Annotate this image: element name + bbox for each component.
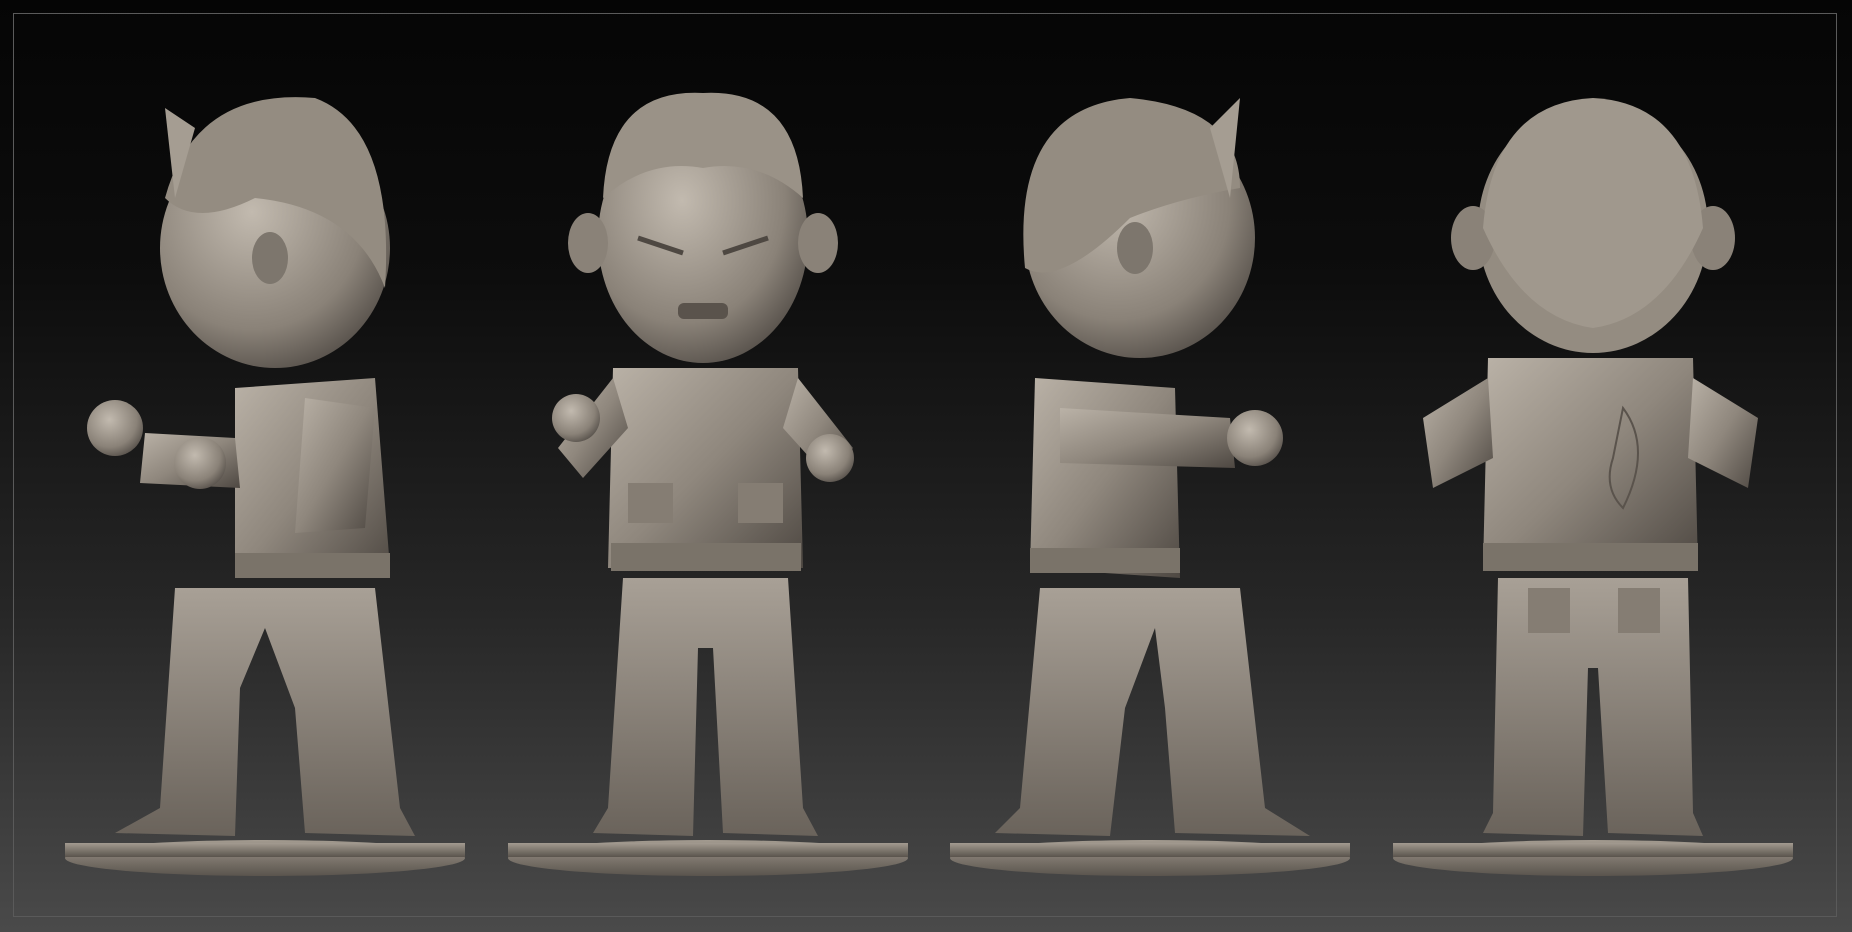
right-side-view: [940, 88, 1370, 888]
back-view: [1383, 88, 1813, 888]
zbrush-viewport[interactable]: [0, 0, 1852, 932]
front-view: [498, 88, 928, 888]
left-side-view: [55, 88, 485, 888]
